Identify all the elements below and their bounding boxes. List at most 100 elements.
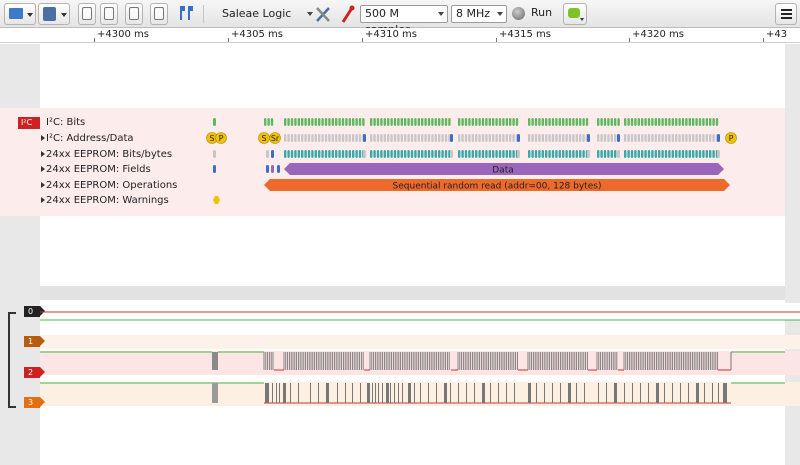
channel-3-pulse — [614, 383, 617, 403]
channel-3-pulse — [696, 383, 699, 403]
eeprom-bit-bubble — [512, 150, 515, 158]
eeprom-bit-bubble — [461, 150, 464, 158]
bit-bubble — [376, 118, 380, 126]
bit-bubble — [311, 118, 314, 126]
bit-bubble — [492, 118, 495, 126]
byte-bubble — [414, 134, 417, 142]
bit-bubble — [488, 118, 491, 126]
eeprom-bit-bubble — [558, 150, 561, 158]
channel-3-pulse — [450, 383, 451, 403]
bit-bubble — [681, 118, 685, 126]
byte-bubble — [541, 134, 544, 142]
channel-3-pulse — [482, 383, 485, 403]
channel-3-pulse — [648, 383, 649, 403]
byte-bubble — [565, 134, 568, 142]
eeprom-bit-bubble — [407, 150, 410, 158]
channel-3-pulse — [664, 383, 665, 403]
bit-bubble — [410, 118, 414, 126]
channel-3-pulse — [712, 383, 713, 403]
eeprom-bit-bubble — [355, 150, 358, 158]
eeprom-bit-bubble — [688, 150, 691, 158]
start-stop-label: P — [729, 134, 734, 143]
channel-3-pulse — [276, 383, 277, 403]
byte-bubble — [688, 134, 691, 142]
byte-bubble — [421, 134, 424, 142]
byte-bubble — [651, 134, 654, 142]
bit-bubble — [362, 118, 365, 126]
eeprom-bit-bubble — [658, 150, 661, 158]
eeprom-bit-bubble — [681, 150, 685, 158]
channel-3-pulse — [337, 383, 338, 403]
byte-bubble — [471, 134, 474, 142]
channel-3-pulse — [420, 383, 421, 403]
eeprom-bit-bubble — [579, 150, 582, 158]
waveform-canvas[interactable]: S P S Sr PDataSequential random read (addr=0… — [0, 0, 800, 465]
bit-bubble — [534, 118, 538, 126]
bit-bubble — [624, 118, 627, 126]
bit-bubble — [414, 118, 417, 126]
eeprom-bit-bubble — [297, 150, 300, 158]
eeprom-bit-bubble — [383, 150, 386, 158]
byte-bubble — [698, 134, 702, 142]
bit-bubble — [597, 118, 600, 126]
eeprom-bit-bubble — [444, 150, 448, 158]
eeprom-bit-bubble — [431, 150, 434, 158]
byte-bubble — [358, 134, 362, 142]
byte-bubble — [407, 134, 410, 142]
eeprom-bit-bubble — [551, 150, 555, 158]
bit-bubble — [664, 118, 668, 126]
bit-bubble — [661, 118, 664, 126]
bit-bubble — [658, 118, 661, 126]
byte-bubble — [213, 150, 216, 158]
channel-3-pulse — [680, 383, 681, 403]
bit-bubble — [348, 118, 351, 126]
start-stop-label: P — [219, 134, 224, 143]
byte-bubble — [458, 134, 461, 142]
eeprom-bit-bubble — [318, 150, 321, 158]
eeprom-bit-bubble — [427, 150, 431, 158]
byte-bubble — [685, 134, 688, 142]
byte-bubble — [485, 134, 488, 142]
byte-bubble — [328, 134, 331, 142]
channel-3-pulse — [402, 383, 403, 403]
channel-3-pulse — [584, 383, 585, 403]
bit-bubble — [270, 118, 274, 126]
bit-bubble — [607, 118, 610, 126]
bit-bubble — [509, 118, 512, 126]
bit-bubble — [692, 118, 695, 126]
byte-bubble — [545, 134, 548, 142]
eeprom-bit-bubble — [438, 150, 441, 158]
ack-bubble — [617, 150, 620, 158]
eeprom-bit-bubble — [685, 150, 688, 158]
channel-3-pulse — [398, 383, 399, 403]
byte-bubble — [475, 134, 478, 142]
eeprom-bit-bubble — [338, 150, 341, 158]
byte-bubble — [654, 134, 657, 142]
channel-3-pulse — [514, 383, 515, 403]
bit-bubble — [531, 118, 534, 126]
channel-3-pulse — [378, 383, 379, 403]
byte-bubble — [705, 134, 708, 142]
channel-3-burst — [212, 383, 218, 403]
eeprom-bit-bubble — [572, 150, 575, 158]
byte-bubble — [370, 134, 373, 142]
byte-bubble — [410, 134, 414, 142]
channel-3-pulse — [704, 383, 705, 403]
channel-3-pulse — [624, 383, 625, 403]
byte-bubble — [555, 134, 558, 142]
bit-bubble — [424, 118, 427, 126]
eeprom-bit-bubble — [387, 150, 390, 158]
channel-3-pulse — [298, 383, 299, 403]
byte-bubble — [266, 150, 269, 158]
ack-bubble — [517, 150, 520, 158]
eeprom-bit-bubble — [705, 150, 708, 158]
channel-3-pulse — [544, 383, 545, 403]
byte-bubble — [709, 134, 712, 142]
byte-bubble — [505, 134, 508, 142]
byte-bubble — [607, 134, 610, 142]
channel-3-pulse — [372, 383, 373, 403]
bit-bubble — [341, 118, 345, 126]
eeprom-bit-bubble — [458, 150, 461, 158]
bit-bubble — [458, 118, 461, 126]
eeprom-bit-bubble — [675, 150, 678, 158]
